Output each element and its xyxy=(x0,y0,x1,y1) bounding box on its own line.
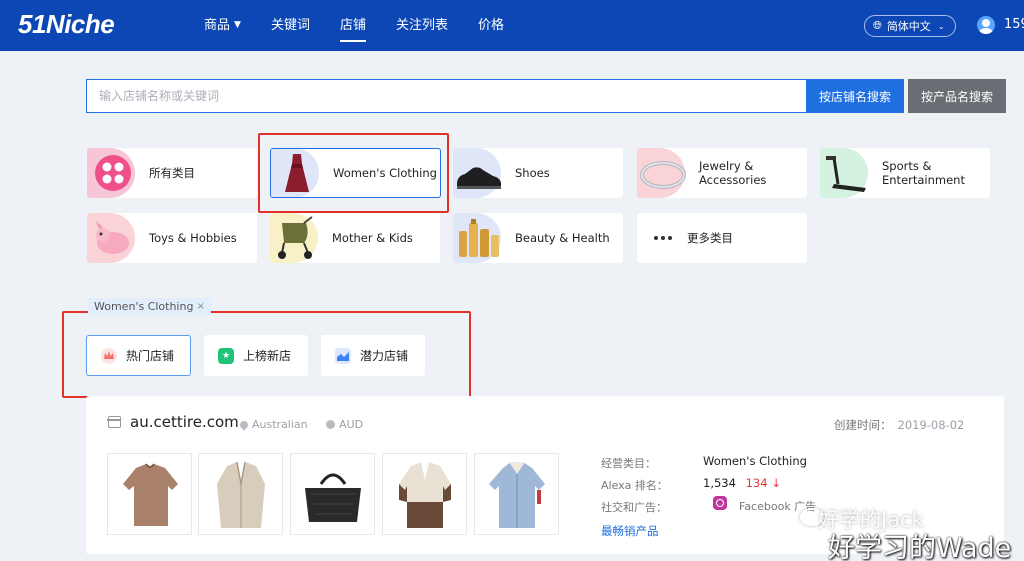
store-icon xyxy=(107,416,121,428)
tab-hot-stores[interactable]: 热门店铺 xyxy=(86,335,191,376)
alexa-rank-value: 1,534 134 ↓ xyxy=(703,476,781,490)
category-info-label: 经营类目： xyxy=(601,457,656,470)
nav-item-watchlist[interactable]: 关注列表 xyxy=(396,0,448,51)
category-label: Jewelry & Accessories xyxy=(699,159,767,187)
category-label: Beauty & Health xyxy=(515,231,610,245)
bracelet-icon xyxy=(637,148,689,198)
tab-new-ranked-stores[interactable]: ★ 上榜新店 xyxy=(204,335,308,376)
category-beauty-health[interactable]: Beauty & Health xyxy=(453,213,623,263)
store-domain-link[interactable]: au.cettire.com xyxy=(130,413,239,431)
top-navbar: 51Niche 商品▼ 关键词 店铺 关注列表 价格 🌐︎ 简体中文 ⌄ 159 xyxy=(0,0,1024,51)
category-label: Toys & Hobbies xyxy=(149,231,237,245)
nav-item-stores[interactable]: 店铺 xyxy=(339,0,366,51)
user-account-text[interactable]: 159 xyxy=(1004,17,1024,32)
tab-label: 潜力店铺 xyxy=(360,349,409,363)
nav-label: 商品 xyxy=(204,18,231,33)
bottles-icon xyxy=(453,213,505,263)
nav-label: 店铺 xyxy=(339,18,366,33)
nav-item-keywords[interactable]: 关键词 xyxy=(271,0,310,51)
category-label: Shoes xyxy=(515,166,550,180)
category-mother-kids[interactable]: Mother & Kids xyxy=(270,213,440,263)
shoe-icon xyxy=(453,148,505,198)
category-jewelry-accessories[interactable]: Jewelry & Accessories xyxy=(637,148,807,198)
created-label: 创建时间： xyxy=(834,418,892,432)
currency-icon xyxy=(326,420,335,429)
more-icon xyxy=(637,213,677,263)
grid-icon xyxy=(87,148,139,198)
category-womens-clothing[interactable]: Women's Clothing xyxy=(270,148,441,198)
tab-label: 上榜新店 xyxy=(243,349,292,363)
product-thumbnail-cardigan[interactable] xyxy=(382,453,467,535)
alexa-rank-number: 1,534 xyxy=(703,476,736,490)
country-label: Australian xyxy=(252,418,308,431)
tab-label: 热门店铺 xyxy=(126,349,175,363)
language-label: 简体中文 xyxy=(886,20,931,33)
category-all[interactable]: 所有类目 xyxy=(87,148,257,198)
category-label: Mother & Kids xyxy=(332,231,413,245)
nav-label: 关键词 xyxy=(270,18,310,33)
search-by-store-button[interactable]: 按店铺名搜索 xyxy=(806,79,904,113)
toy-icon xyxy=(87,213,139,263)
category-sports-entertainment[interactable]: Sports & Entertainment xyxy=(820,148,990,198)
search-by-product-button[interactable]: 按产品名搜索 xyxy=(908,79,1006,113)
dress-icon xyxy=(271,149,323,197)
category-label: 所有类目 xyxy=(149,166,195,180)
alexa-rank-label: Alexa 排名： xyxy=(601,479,668,492)
language-selector[interactable]: 🌐︎ 简体中文 ⌄ xyxy=(864,15,956,37)
category-info-value: Women's Clothing xyxy=(703,454,807,468)
category-more[interactable]: 更多类目 xyxy=(637,213,807,263)
store-created-date: 创建时间： 2019-08-02 xyxy=(834,417,964,433)
nav-item-pricing[interactable]: 价格 xyxy=(478,0,504,51)
nav-label: 价格 xyxy=(477,18,504,33)
logo[interactable]: 51Niche xyxy=(18,9,115,40)
product-thumbnail-bag[interactable] xyxy=(290,453,375,535)
trend-icon xyxy=(335,347,351,364)
treadmill-icon xyxy=(820,148,872,198)
product-thumbnail-sweater[interactable] xyxy=(107,453,192,535)
active-filter-tag[interactable]: Women's Clothing × xyxy=(88,298,211,315)
chevron-down-icon: ▼ xyxy=(234,20,241,30)
avatar-icon[interactable] xyxy=(977,16,995,34)
instagram-icon xyxy=(713,496,727,510)
best-seller-link[interactable]: 最畅销产品 xyxy=(601,523,659,539)
product-thumbnail-denim-jacket[interactable] xyxy=(474,453,559,535)
nav-label: 关注列表 xyxy=(395,18,448,33)
store-search-input[interactable] xyxy=(86,79,806,113)
filter-tag-label: Women's Clothing xyxy=(94,300,194,313)
category-shoes[interactable]: Shoes xyxy=(453,148,623,198)
category-label: 更多类目 xyxy=(687,231,733,245)
category-label: Women's Clothing xyxy=(333,166,437,180)
globe-icon: 🌐︎ xyxy=(873,19,882,32)
product-thumbnail-blazer[interactable] xyxy=(198,453,283,535)
close-icon[interactable]: × xyxy=(196,301,204,312)
chevron-down-icon: ⌄ xyxy=(937,21,945,31)
watermark-text: 好学习的Wade xyxy=(828,533,1012,561)
star-icon: ★ xyxy=(218,347,234,364)
store-country: Australian xyxy=(238,418,308,431)
category-label: Sports & Entertainment xyxy=(882,159,965,187)
created-value: 2019-08-02 xyxy=(897,418,965,432)
main-nav: 商品 ▼ 关键词 店铺 关注列表 价格 xyxy=(204,0,534,51)
stroller-icon xyxy=(270,213,322,263)
alexa-rank-change: 134 ↓ xyxy=(745,476,781,490)
nav-item-products[interactable]: 商品 ▼ xyxy=(204,0,241,51)
store-currency: AUD xyxy=(326,418,363,431)
social-ads-label: 社交和广告： xyxy=(601,501,667,514)
crown-icon xyxy=(101,347,117,364)
category-toys-hobbies[interactable]: Toys & Hobbies xyxy=(87,213,257,263)
location-pin-icon xyxy=(238,418,250,431)
tab-potential-stores[interactable]: 潜力店铺 xyxy=(321,335,425,376)
currency-label: AUD xyxy=(339,418,364,431)
